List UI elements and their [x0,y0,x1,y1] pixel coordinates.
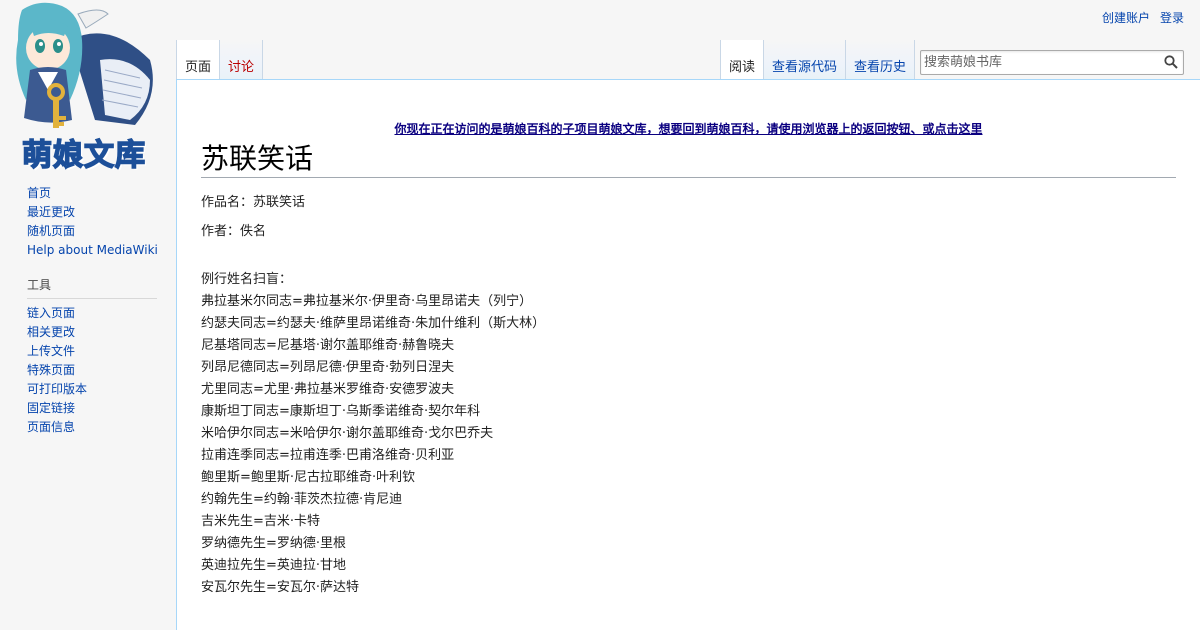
tab-view-source[interactable]: 查看源代码 [764,40,847,80]
list-item: 约翰先生=约翰·菲茨杰拉德·肯尼迪 [201,492,403,507]
tab-view-source-label: 查看源代码 [772,60,838,75]
tab-history-label: 查看历史 [854,60,907,75]
main-content: 你现在正在访问的是萌娘百科的子项目萌娘文库，想要回到萌娘百科，请使用浏览器上的返… [176,79,1200,630]
tab-history[interactable]: 查看历史 [846,40,916,80]
sidebar-item-related-changes[interactable]: 相关更改 [27,325,75,339]
sidebar-item-recent-changes[interactable]: 最近更改 [27,205,75,219]
search-input[interactable] [921,51,1157,74]
article-body: 作品名：苏联笑话 作者：佚名 例行姓名扫盲： 弗拉基米尔同志=弗拉基米尔·伊里奇… [201,192,1176,599]
sidebar-item-special-pages[interactable]: 特殊页面 [27,363,75,377]
list-item: 约瑟夫同志=约瑟夫·维萨里昂诺维奇·朱加什维利（斯大林） [201,316,546,331]
site-notice-link[interactable]: 你现在正在访问的是萌娘百科的子项目萌娘文库，想要回到萌娘百科，请使用浏览器上的返… [394,122,982,136]
names-list: 例行姓名扫盲： 弗拉基米尔同志=弗拉基米尔·伊里奇·乌里昂诺夫（列宁） 约瑟夫同… [201,269,1176,599]
sidebar-item-page-info[interactable]: 页面信息 [27,420,75,434]
list-item: 吉米先生=吉米·卡特 [201,514,321,529]
list-item: 例行姓名扫盲： [201,272,293,287]
tab-page[interactable]: 页面 [176,40,221,80]
tab-read-label: 阅读 [729,60,756,75]
navigation-portal: 首页 最近更改 随机页面 Help about MediaWiki [0,184,176,260]
sidebar-item-printable-version[interactable]: 可打印版本 [27,382,87,396]
search-box [920,50,1184,75]
sidebar-item-random-page[interactable]: 随机页面 [27,224,75,238]
tab-read[interactable]: 阅读 [720,40,765,80]
tab-talk[interactable]: 讨论 [220,40,264,80]
namespace-tabs: 页面 讨论 [176,40,264,80]
sidebar-item-help[interactable]: Help about MediaWiki [27,243,158,257]
site-notice: 你现在正在访问的是萌娘百科的子项目萌娘文库，想要回到萌娘百科，请使用浏览器上的返… [201,120,1176,138]
list-item: 康斯坦丁同志=康斯坦丁·乌斯季诺维奇·契尔年科 [201,404,481,419]
list-item: 拉甫连季同志=拉甫连季·巴甫洛维奇·贝利亚 [201,448,455,463]
page-title: 苏联笑话 [201,141,1176,178]
list-item: 安瓦尔先生=安瓦尔·萨达特 [201,580,360,595]
list-item: 鲍里斯=鲍里斯·尼古拉耶维奇·叶利钦 [201,470,416,485]
search-icon[interactable] [1164,55,1178,69]
list-item: 米哈伊尔同志=米哈伊尔·谢尔盖耶维奇·戈尔巴乔夫 [201,426,494,441]
sidebar-item-what-links-here[interactable]: 链入页面 [27,306,75,320]
sidebar: 首页 最近更改 随机页面 Help about MediaWiki 工具 链入页… [0,184,176,437]
sidebar-item-permanent-link[interactable]: 固定链接 [27,401,75,415]
personal-tools: 创建账户 登录 [1102,9,1184,26]
tab-talk-label: 讨论 [228,60,255,75]
tab-page-label: 页面 [185,60,212,75]
tools-heading: 工具 [27,276,157,299]
work-name: 作品名：苏联笑话 [201,195,306,210]
list-item: 英迪拉先生=英迪拉·甘地 [201,558,347,573]
logo-text: 萌娘文库 [21,137,146,174]
list-item: 罗纳德先生=罗纳德·里根 [201,536,347,551]
tools-portal: 工具 链入页面 相关更改 上传文件 特殊页面 可打印版本 固定链接 页面信息 [0,276,176,437]
author-line: 作者：佚名 [201,224,267,239]
list-item: 尼基塔同志=尼基塔·谢尔盖耶维奇·赫鲁晓夫 [201,338,455,353]
list-item: 弗拉基米尔同志=弗拉基米尔·伊里奇·乌里昂诺夫（列宁） [201,294,533,309]
sidebar-item-main-page[interactable]: 首页 [27,186,51,200]
view-tabs: 阅读 查看源代码 查看历史 [720,40,916,80]
list-item: 尤里同志=尤里·弗拉基米罗维奇·安德罗波夫 [201,382,455,397]
create-account-link[interactable]: 创建账户 [1102,9,1150,26]
sidebar-item-upload-file[interactable]: 上传文件 [27,344,75,358]
login-link[interactable]: 登录 [1160,9,1184,26]
list-item: 列昂尼德同志=列昂尼德·伊里奇·勃列日涅夫 [201,360,455,375]
site-logo[interactable]: 萌娘文库 [0,0,176,174]
